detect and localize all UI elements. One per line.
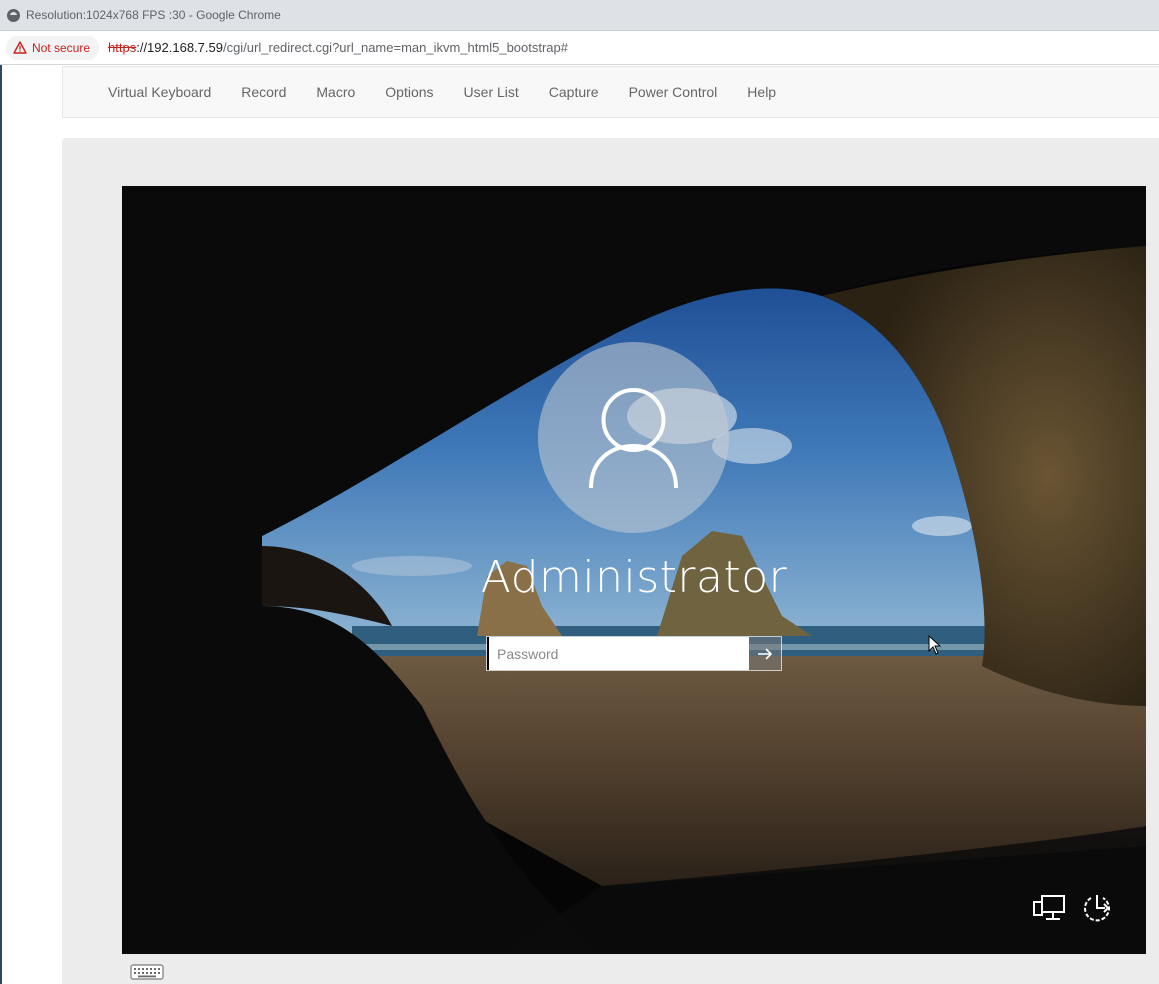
url-scheme: https — [108, 40, 137, 55]
power-icon[interactable] — [1080, 891, 1114, 925]
kvm-menu-bar: Virtual Keyboard Record Macro Options Us… — [62, 66, 1159, 118]
menu-macro[interactable]: Macro — [316, 84, 355, 100]
password-box — [486, 636, 782, 671]
submit-button[interactable] — [749, 637, 781, 670]
address-bar[interactable]: Not secure https://192.168.7.59/cgi/url_… — [0, 31, 1159, 65]
remote-screen[interactable]: Administrator — [122, 186, 1146, 954]
security-label: Not secure — [32, 40, 91, 55]
menu-options[interactable]: Options — [385, 84, 433, 100]
keyboard-icon[interactable] — [130, 963, 164, 981]
menu-record[interactable]: Record — [241, 84, 286, 100]
url-host: ://192.168.7.59 — [136, 40, 223, 55]
warning-icon — [13, 41, 27, 54]
url-text[interactable]: https://192.168.7.59/cgi/url_redirect.cg… — [108, 40, 568, 55]
menu-capture[interactable]: Capture — [549, 84, 599, 100]
mouse-cursor-icon — [928, 635, 942, 655]
arrow-right-icon — [758, 647, 773, 660]
window-title: Resolution:1024x768 FPS :30 - Google Chr… — [26, 8, 281, 22]
password-input[interactable] — [487, 637, 749, 670]
menu-user-list[interactable]: User List — [464, 84, 519, 100]
user-avatar-icon — [589, 388, 678, 489]
chrome-favicon-icon — [7, 8, 20, 22]
username-label: Administrator — [480, 552, 788, 603]
menu-help[interactable]: Help — [747, 84, 776, 100]
security-chip[interactable]: Not secure — [6, 35, 100, 60]
url-path: /cgi/url_redirect.cgi?url_name=man_ikvm_… — [222, 40, 569, 55]
menu-virtual-keyboard[interactable]: Virtual Keyboard — [108, 84, 211, 100]
left-edge-strip — [0, 65, 2, 984]
network-icon[interactable] — [1032, 893, 1066, 923]
user-avatar — [538, 342, 729, 533]
browser-title-bar: Resolution:1024x768 FPS :30 - Google Chr… — [0, 0, 1159, 31]
menu-power-control[interactable]: Power Control — [629, 84, 718, 100]
